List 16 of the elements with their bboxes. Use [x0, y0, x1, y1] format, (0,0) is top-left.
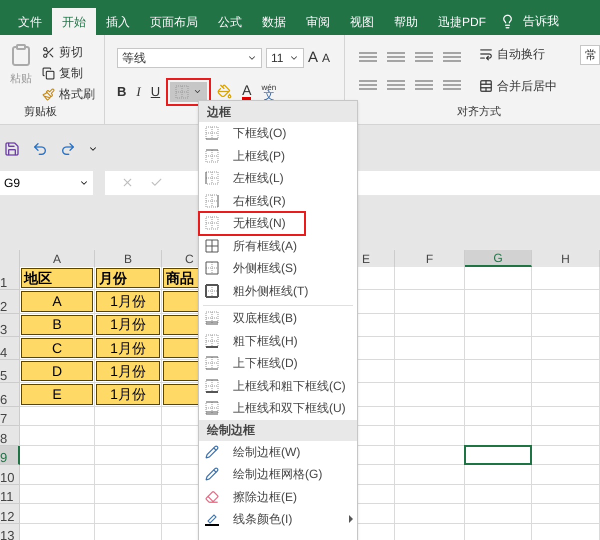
table-cell: C [21, 338, 93, 358]
table-cell: D [21, 361, 93, 382]
table-cell: 地区 [21, 268, 93, 288]
table-cell: 月份 [96, 268, 160, 288]
table-cell: A [21, 291, 93, 312]
table-cell: 1月份 [96, 291, 160, 312]
group-label: 对齐方式 [457, 104, 502, 120]
menu-section-header: 边框 [199, 101, 357, 122]
table-cell: 1月份 [96, 314, 160, 335]
table-cell: 1月份 [96, 361, 160, 382]
menu-section-header: 绘制边框 [199, 420, 357, 440]
table-cell: 1月份 [96, 338, 160, 358]
table-cell: E [21, 384, 93, 405]
table-cell: 1月份 [96, 384, 160, 405]
table-cell: B [21, 314, 93, 335]
group-label: 剪贴板 [24, 104, 58, 120]
